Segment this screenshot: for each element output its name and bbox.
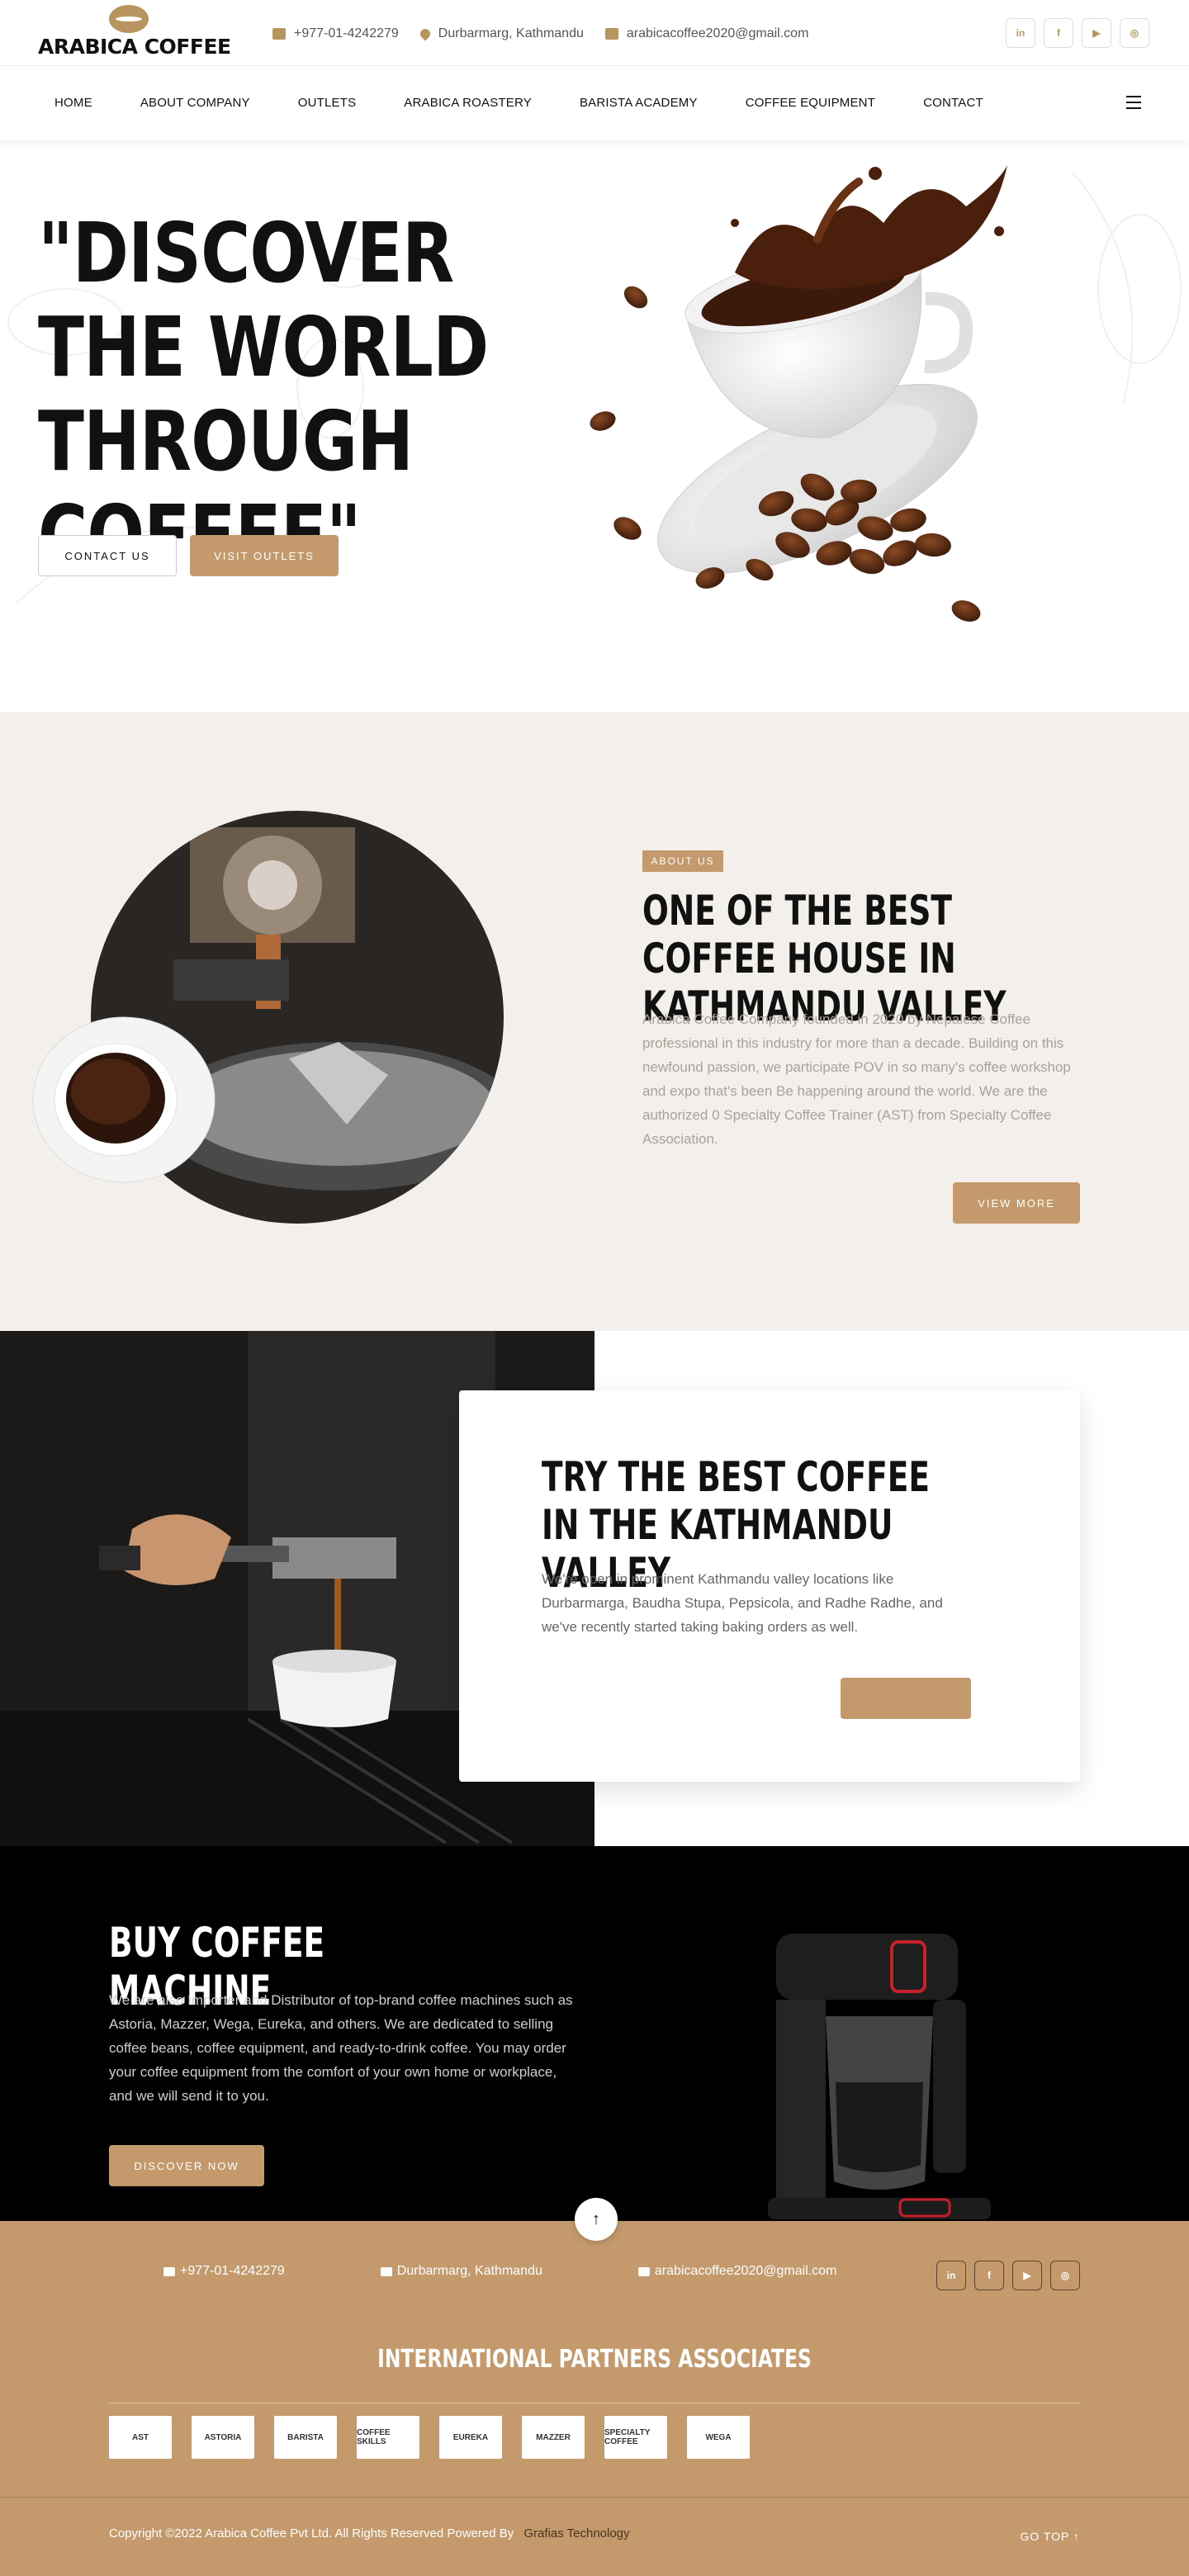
linkedin-icon[interactable]: in xyxy=(936,2261,966,2290)
partner-logos: AST Astoria Barista Coffee Skills Eureka… xyxy=(109,2416,750,2459)
footer-social-links: in f ▶ ◎ xyxy=(936,2261,1080,2290)
address-contact: Durbarmarg, Kathmandu xyxy=(418,26,584,41)
page: ARABICA COFFEE +977-01-4242279 Durbarmar… xyxy=(0,0,1189,2576)
try-button[interactable] xyxy=(841,1678,971,1719)
coffee-machine-image xyxy=(768,1934,991,2219)
partner-logo-wega[interactable]: Wega xyxy=(687,2416,750,2459)
hero-headline: "DISCOVER THE WORLD THROUGH COFFEE" xyxy=(38,205,489,583)
nav-arabica-roastery[interactable]: ARABICA ROASTERY xyxy=(404,96,532,110)
footer-contact-info: +977-01-4242279 Durbarmarg, Kathmandu ar… xyxy=(163,2264,932,2279)
facebook-icon[interactable]: f xyxy=(1044,18,1073,48)
partner-logo-mazzer[interactable]: Mazzer xyxy=(522,2416,585,2459)
copyright-text: Copyright ©2022 Arabica Coffee Pvt Ltd. … xyxy=(109,2526,444,2540)
view-more-button[interactable]: VIEW MORE xyxy=(953,1182,1080,1224)
partner-logo-eureka[interactable]: Eureka xyxy=(439,2416,502,2459)
partner-logo-coffee-skills[interactable]: Coffee Skills xyxy=(357,2416,419,2459)
youtube-icon[interactable]: ▶ xyxy=(1012,2261,1042,2290)
phone-icon xyxy=(272,28,286,40)
powered-by-text: Powered By xyxy=(447,2526,514,2540)
coffee-roaster-image xyxy=(32,811,504,1224)
footer-bottom-divider xyxy=(0,2497,1189,2498)
main-nav: HOME ABOUT COMPANY OUTLETS ARABICA ROAST… xyxy=(0,66,1189,140)
try-section: TRY THE BEST COFFEE IN THE KATHMANDU VAL… xyxy=(0,1331,1189,1846)
address-text: Durbarmarg, Kathmandu xyxy=(438,26,584,40)
footer: +977-01-4242279 Durbarmarg, Kathmandu ar… xyxy=(0,2221,1189,2576)
powered-by-link[interactable]: Grafias Technology xyxy=(523,2526,629,2540)
footer-phone[interactable]: +977-01-4242279 xyxy=(163,2264,285,2279)
partner-logo-ast[interactable]: AST xyxy=(109,2416,172,2459)
footer-phone-text: +977-01-4242279 xyxy=(180,2264,285,2278)
partner-logo-astoria[interactable]: Astoria xyxy=(192,2416,254,2459)
instagram-icon[interactable]: ◎ xyxy=(1050,2261,1080,2290)
logo[interactable]: ARABICA COFFEE xyxy=(38,5,231,59)
nav-items: HOME ABOUT COMPANY OUTLETS ARABICA ROAST… xyxy=(54,96,1031,110)
about-section: ABOUT US ONE OF THE BEST COFFEE HOUSE IN… xyxy=(0,712,1189,1331)
contact-us-button[interactable]: CONTACT US xyxy=(38,535,177,576)
envelope-icon xyxy=(380,2266,392,2276)
social-links-top: in f ▶ ◎ xyxy=(1006,18,1149,48)
nav-barista-academy[interactable]: BARISTA ACADEMY xyxy=(580,96,698,110)
coffee-machine-section: BUY COFFEE MACHINE We are also Importer … xyxy=(0,1846,1189,2221)
email-text: arabicacoffee2020@gmail.com xyxy=(626,26,809,40)
try-description: We're open in prominent Kathmandu valley… xyxy=(542,1571,943,1635)
partner-logo-barista[interactable]: Barista xyxy=(274,2416,337,2459)
phone-icon xyxy=(163,2266,175,2276)
envelope-icon xyxy=(637,2266,650,2276)
nav-coffee-equipment[interactable]: COFFEE EQUIPMENT xyxy=(746,96,875,110)
nav-home[interactable]: HOME xyxy=(54,96,92,110)
try-card: TRY THE BEST COFFEE IN THE KATHMANDU VAL… xyxy=(459,1390,1080,1782)
nav-contact[interactable]: CONTACT xyxy=(923,96,983,110)
map-pin-icon xyxy=(418,26,433,41)
partner-logo-specialty-coffee[interactable]: Specialty Coffee xyxy=(604,2416,667,2459)
facebook-icon[interactable]: f xyxy=(974,2261,1004,2290)
hero-section: "DISCOVER THE WORLD THROUGH COFFEE" CONT… xyxy=(0,140,1189,712)
nav-about-company[interactable]: ABOUT COMPANY xyxy=(140,96,250,110)
top-bar: ARABICA COFFEE +977-01-4242279 Durbarmar… xyxy=(0,0,1189,66)
phone-contact[interactable]: +977-01-4242279 xyxy=(272,26,399,41)
phone-text: +977-01-4242279 xyxy=(294,26,399,40)
about-us-tag: ABOUT US xyxy=(642,850,723,872)
youtube-icon[interactable]: ▶ xyxy=(1082,18,1111,48)
go-top-link[interactable]: GO TOP ↑ xyxy=(1020,2530,1080,2543)
contact-info: +977-01-4242279 Durbarmarg, Kathmandu ar… xyxy=(272,26,808,41)
machine-description: We are also Importer and Distributor of … xyxy=(109,1992,573,2104)
discover-now-button[interactable]: DISCOVER NOW xyxy=(109,2145,264,2186)
footer-address-text: Durbarmarg, Kathmandu xyxy=(396,2264,542,2278)
footer-email-text: arabicacoffee2020@gmail.com xyxy=(654,2264,837,2278)
hamburger-menu-icon[interactable] xyxy=(1126,96,1141,109)
about-description: Arabica Coffee Company founded in 2020 b… xyxy=(642,1011,1071,1147)
coffee-cup-splash-image xyxy=(590,165,1007,622)
copyright: Copyright ©2022 Arabica Coffee Pvt Ltd. … xyxy=(109,2526,630,2540)
email-contact[interactable]: arabicacoffee2020@gmail.com xyxy=(604,26,809,41)
envelope-icon xyxy=(604,28,618,40)
footer-address: Durbarmarg, Kathmandu xyxy=(380,2264,542,2279)
coffee-bean-logo-icon xyxy=(109,5,149,33)
instagram-icon[interactable]: ◎ xyxy=(1120,18,1149,48)
visit-outlets-button[interactable]: VISIT OUTLETS xyxy=(190,535,339,576)
linkedin-icon[interactable]: in xyxy=(1006,18,1035,48)
footer-email[interactable]: arabicacoffee2020@gmail.com xyxy=(637,2264,837,2279)
logo-text: ARABICA COFFEE xyxy=(38,35,231,59)
scroll-up-button[interactable]: ↑ xyxy=(575,2198,618,2241)
partners-title: INTERNATIONAL PARTNERS ASSOCIATES xyxy=(377,2345,812,2374)
nav-outlets[interactable]: OUTLETS xyxy=(298,96,357,110)
